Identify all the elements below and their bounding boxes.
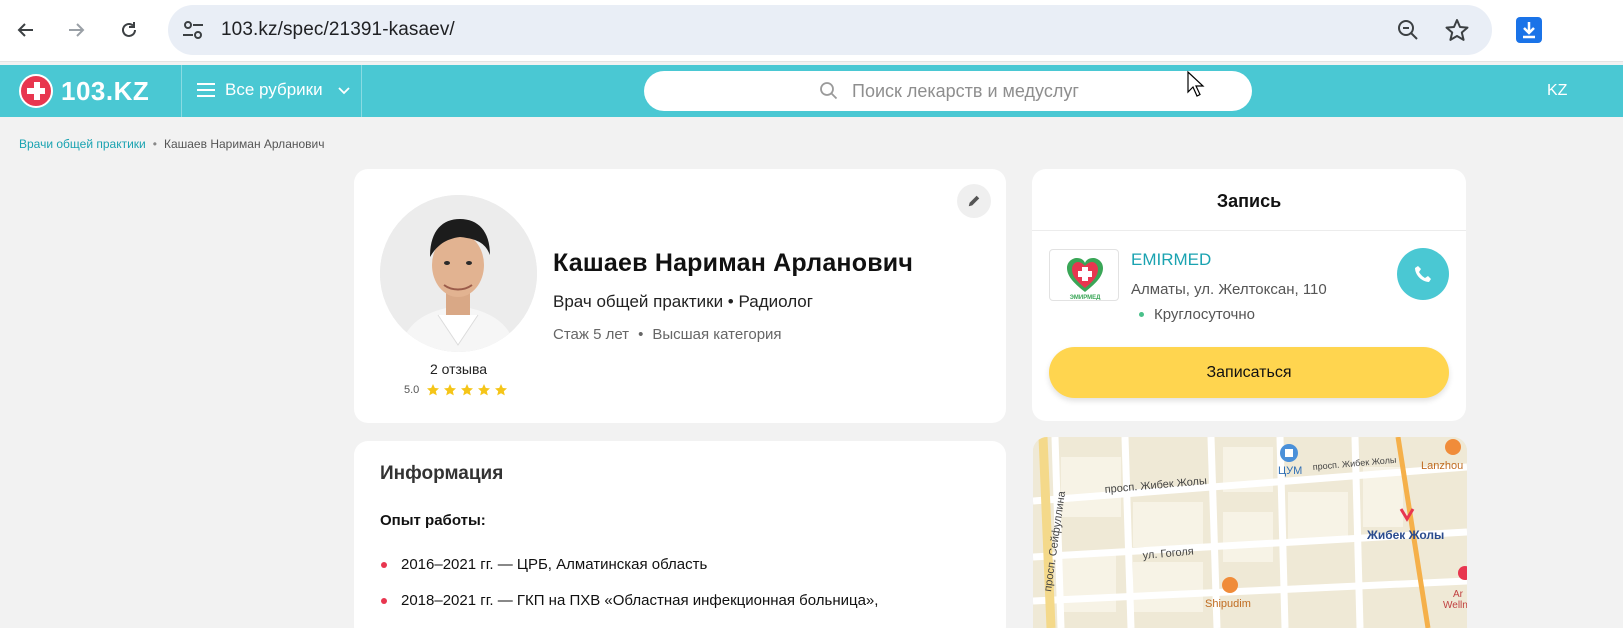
clinic-logo-text: ЭМИРМЕД xyxy=(1070,295,1102,301)
info-card: Информация Опыт работы: 2016–2021 гг. — … xyxy=(354,441,1006,628)
language-switch[interactable]: KZ xyxy=(1547,82,1567,100)
url-text[interactable]: 103.kz/spec/21391-kasaev/ xyxy=(221,19,455,41)
rating-stars xyxy=(426,383,508,397)
site-header: 103.KZ Все рубрики KZ xyxy=(0,65,1623,117)
phone-icon xyxy=(1415,266,1431,282)
forward-arrow-icon xyxy=(69,23,85,37)
edit-button[interactable] xyxy=(957,184,991,218)
info-title: Информация xyxy=(380,463,504,484)
search-icon xyxy=(820,82,838,100)
all-rubrics-menu[interactable]: Все рубрики xyxy=(197,80,351,100)
doctor-name: Кашаев Нариман Арланович xyxy=(553,249,914,277)
star-icon xyxy=(427,384,440,396)
doctor-photo xyxy=(380,195,537,352)
map-label-poi: Shipudim xyxy=(1205,598,1251,610)
bookmark-star-icon[interactable] xyxy=(1444,17,1470,43)
site-settings-icon[interactable] xyxy=(180,18,206,42)
star-icon xyxy=(495,384,508,396)
map-label-poi: Lanzhou xyxy=(1421,460,1463,472)
breadcrumb-separator: • xyxy=(152,137,157,151)
back-button[interactable] xyxy=(9,13,43,47)
call-button[interactable] xyxy=(1397,248,1449,300)
pencil-icon xyxy=(968,195,980,207)
open-status-dot xyxy=(1139,312,1144,317)
forward-button[interactable] xyxy=(59,13,93,47)
header-divider xyxy=(361,65,362,117)
clinic-logo[interactable]: ЭМИРМЕД xyxy=(1049,249,1119,301)
chevron-down-icon xyxy=(337,87,350,95)
logo-cross-icon xyxy=(19,74,53,108)
experience-item: 2018–2021 гг. — ГКП на ПХВ «Областная ин… xyxy=(380,592,878,628)
doctor-specialties: Врач общей практики • Радиолог xyxy=(553,292,813,311)
rating-value: 5.0 xyxy=(404,384,420,396)
booking-card: Запись ЭМИРМЕД EMIRMED Алматы, ул. Желто… xyxy=(1032,169,1466,421)
clinic-hours: Круглосуточно xyxy=(1139,306,1255,323)
divider xyxy=(1032,230,1466,231)
experience-list: 2016–2021 гг. — ЦРБ, Алматинская область… xyxy=(380,556,878,628)
breadcrumb-current: Кашаев Нариман Арланович xyxy=(163,137,325,151)
booking-title: Запись xyxy=(1216,191,1282,211)
doctor-card: 2 отзыва 5.0 Кашаев Нариман Арланович Вр… xyxy=(354,169,1006,423)
star-icon xyxy=(461,384,474,396)
reviews-count[interactable]: 2 отзыва xyxy=(380,361,537,377)
doctor-meta: Стаж 5 лет • Высшая категория xyxy=(553,326,782,343)
map-label-poi: Wellne xyxy=(1443,600,1467,611)
back-arrow-icon xyxy=(17,23,33,37)
search-input[interactable] xyxy=(852,71,1232,111)
book-appointment-button[interactable]: Записаться xyxy=(1049,347,1449,398)
experience-item: 2016–2021 гг. — ЦРБ, Алматинская область xyxy=(380,556,878,592)
clinic-name-link[interactable]: EMIRMED xyxy=(1131,250,1211,270)
menu-icon xyxy=(197,83,215,97)
experience-title: Опыт работы: xyxy=(380,512,486,529)
doctor-experience: Стаж 5 лет xyxy=(553,326,630,343)
meta-separator: • xyxy=(638,326,644,343)
all-rubrics-label: Все рубрики xyxy=(225,80,323,99)
zoom-icon[interactable] xyxy=(1396,18,1420,42)
reload-button[interactable] xyxy=(112,13,146,47)
map-label-poi: Ar xyxy=(1453,589,1464,600)
map-label-metro: Жибек Жолы xyxy=(1366,528,1444,542)
rating: 5.0 xyxy=(404,383,508,397)
star-icon xyxy=(478,384,491,396)
address-bar[interactable]: 103.kz/spec/21391-kasaev/ xyxy=(168,5,1492,55)
browser-toolbar: 103.kz/spec/21391-kasaev/ xyxy=(0,0,1623,62)
clinic-address: Алматы, ул. Желтоксан, 110 xyxy=(1131,281,1327,298)
map-canvas: просп. Жибек Жолы просп. Жибек Жолы прос… xyxy=(1033,437,1467,628)
logo-text: 103.KZ xyxy=(61,75,150,106)
site-logo[interactable]: 103.KZ xyxy=(19,74,149,108)
clinic-map[interactable]: просп. Жибек Жолы просп. Жибек Жолы прос… xyxy=(1033,437,1467,628)
header-divider xyxy=(181,65,182,117)
breadcrumb: Врачи общей практики • Кашаев Нариман Ар… xyxy=(19,137,325,151)
map-label-poi: ЦУМ xyxy=(1278,465,1302,477)
mouse-cursor-icon xyxy=(1187,70,1205,97)
doctor-category: Высшая категория xyxy=(652,326,782,343)
download-icon[interactable] xyxy=(1515,16,1543,44)
reload-icon xyxy=(122,22,136,37)
clinic-hours-text: Круглосуточно xyxy=(1154,306,1255,323)
star-icon xyxy=(444,384,457,396)
search-box[interactable] xyxy=(644,71,1252,111)
breadcrumb-link-category[interactable]: Врачи общей практики xyxy=(19,137,146,151)
